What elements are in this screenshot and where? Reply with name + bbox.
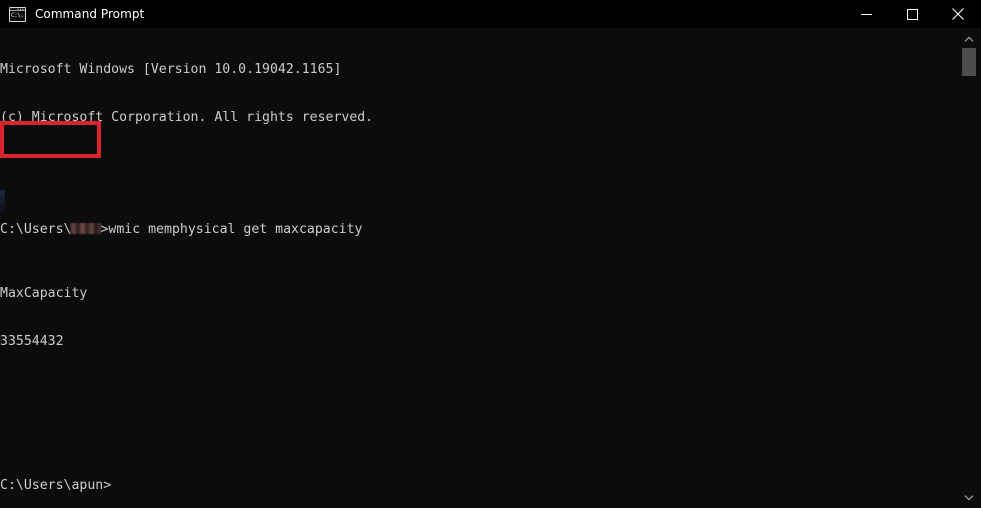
console-line-blank-1 — [0, 158, 373, 174]
minimize-button[interactable] — [843, 0, 889, 28]
scrollbar-thumb[interactable] — [962, 48, 976, 76]
maximize-button[interactable] — [889, 0, 935, 28]
console-line-blank-2 — [0, 382, 373, 398]
cmd-console-icon: ••• C:\. — [9, 6, 26, 22]
title-bar[interactable]: ••• C:\. Command Prompt — [0, 0, 981, 28]
typed-command: wmic memphysical get maxcapacity — [108, 222, 363, 237]
scroll-up-arrow-icon[interactable] — [957, 28, 981, 50]
console-line-blank-3 — [0, 430, 373, 446]
close-button[interactable] — [935, 0, 981, 28]
vertical-scrollbar[interactable] — [957, 28, 981, 508]
text-cursor — [0, 190, 5, 212]
console-line-command: C:\Users\ >wmic memphysical get maxcapaci… — [0, 222, 373, 238]
redacted-username — [70, 223, 102, 234]
scrollbar-track[interactable] — [957, 50, 981, 486]
console-line-output-value: 33554432 — [0, 334, 64, 349]
console-line-current-prompt: C:\Users\apun> — [0, 478, 112, 493]
console-line-output-header: MaxCapacity — [0, 286, 88, 301]
scroll-down-arrow-icon[interactable] — [957, 486, 981, 508]
window-title: Command Prompt — [35, 7, 145, 21]
command-prompt-window: ••• C:\. Command Prompt Microsoft Window… — [0, 0, 981, 508]
console-line-banner-copyright: (c) Microsoft Corporation. All rights re… — [0, 110, 374, 125]
window-controls — [843, 0, 981, 28]
console-text-block: Microsoft Windows [Version 10.0.19042.11… — [0, 30, 373, 508]
console-output-area[interactable]: Microsoft Windows [Version 10.0.19042.11… — [0, 28, 957, 508]
console-line-banner-version: Microsoft Windows [Version 10.0.19042.11… — [0, 62, 342, 77]
cmd-icon-prompt-text: C:\. — [11, 11, 24, 19]
prompt-prefix: C:\Users\ — [0, 222, 72, 237]
